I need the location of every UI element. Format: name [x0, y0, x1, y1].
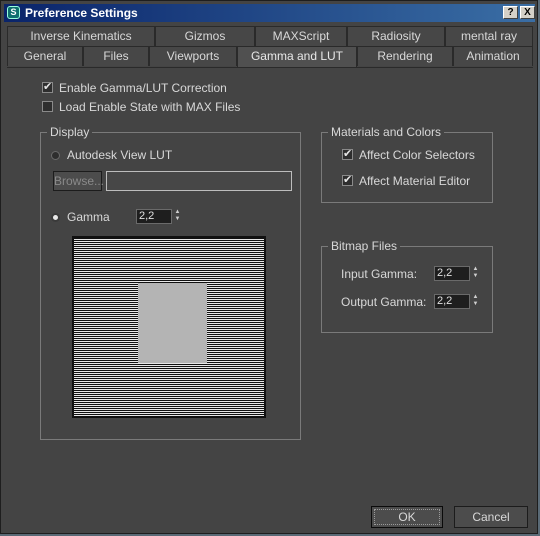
- materials-legend: Materials and Colors: [328, 125, 445, 139]
- affect-material-label: Affect Material Editor: [359, 174, 471, 188]
- gamma-value[interactable]: 2,2: [136, 209, 172, 224]
- tab-rendering[interactable]: Rendering: [357, 46, 453, 66]
- tabs-row-1: Inverse Kinematics Gizmos MAXScript Radi…: [7, 26, 533, 46]
- tab-radiosity[interactable]: Radiosity: [347, 26, 445, 46]
- load-state-label: Load Enable State with MAX Files: [59, 100, 241, 114]
- input-gamma-spinner[interactable]: 2,2 ▲ ▼: [434, 266, 481, 281]
- app-icon: S: [7, 6, 20, 19]
- output-gamma-label: Output Gamma:: [341, 295, 427, 309]
- input-gamma-value[interactable]: 2,2: [434, 266, 470, 281]
- tab-maxscript[interactable]: MAXScript: [255, 26, 347, 46]
- preference-settings-window: S Preference Settings ? X Inverse Kinema…: [0, 0, 538, 534]
- tab-animation[interactable]: Animation: [453, 46, 533, 66]
- gamma-preview-center: [138, 283, 207, 363]
- tab-files[interactable]: Files: [83, 46, 149, 66]
- close-button[interactable]: X: [520, 6, 535, 19]
- affect-material-checkbox[interactable]: [342, 173, 353, 186]
- spinner-arrows-icon[interactable]: ▲ ▼: [471, 294, 480, 309]
- affect-color-label: Affect Color Selectors: [359, 148, 475, 162]
- autodesk-lut-label: Autodesk View LUT: [67, 148, 173, 162]
- tabs-row-2: General Files Viewports Gamma and LUT Re…: [7, 46, 533, 68]
- tab-inverse-kinematics[interactable]: Inverse Kinematics: [7, 26, 155, 46]
- output-gamma-spinner[interactable]: 2,2 ▲ ▼: [434, 294, 481, 309]
- output-gamma-value[interactable]: 2,2: [434, 294, 470, 309]
- bitmap-legend: Bitmap Files: [328, 239, 401, 253]
- enable-gamma-checkbox[interactable]: [42, 80, 53, 93]
- enable-gamma-label: Enable Gamma/LUT Correction: [59, 81, 227, 95]
- gamma-radio[interactable]: [51, 213, 60, 222]
- affect-color-checkbox[interactable]: [342, 147, 353, 160]
- materials-group: Materials and Colors: [321, 125, 493, 203]
- tab-mental-ray[interactable]: mental ray: [445, 26, 533, 46]
- cancel-button[interactable]: Cancel: [454, 506, 528, 528]
- browse-button[interactable]: Browse...: [53, 171, 104, 191]
- autodesk-lut-radio[interactable]: [51, 151, 60, 160]
- gamma-label: Gamma: [67, 210, 110, 224]
- input-gamma-label: Input Gamma:: [341, 267, 418, 281]
- gamma-spinner[interactable]: 2,2 ▲ ▼: [136, 209, 183, 224]
- gamma-preview-image: [72, 236, 266, 418]
- tab-general[interactable]: General: [7, 46, 83, 66]
- load-state-checkbox[interactable]: [42, 101, 53, 112]
- lut-path-field[interactable]: [106, 171, 292, 191]
- bitmap-group: Bitmap Files: [321, 239, 493, 333]
- title-bar[interactable]: S Preference Settings ? X: [4, 4, 535, 22]
- tab-gizmos[interactable]: Gizmos: [155, 26, 255, 46]
- window-title: Preference Settings: [25, 6, 138, 20]
- ok-button[interactable]: OK: [371, 506, 443, 528]
- help-button[interactable]: ?: [503, 6, 518, 19]
- display-legend: Display: [47, 125, 93, 139]
- tab-gamma-and-lut[interactable]: Gamma and LUT: [237, 46, 357, 68]
- spinner-arrows-icon[interactable]: ▲ ▼: [471, 266, 480, 281]
- tab-viewports[interactable]: Viewports: [149, 46, 237, 66]
- spinner-arrows-icon[interactable]: ▲ ▼: [173, 209, 182, 224]
